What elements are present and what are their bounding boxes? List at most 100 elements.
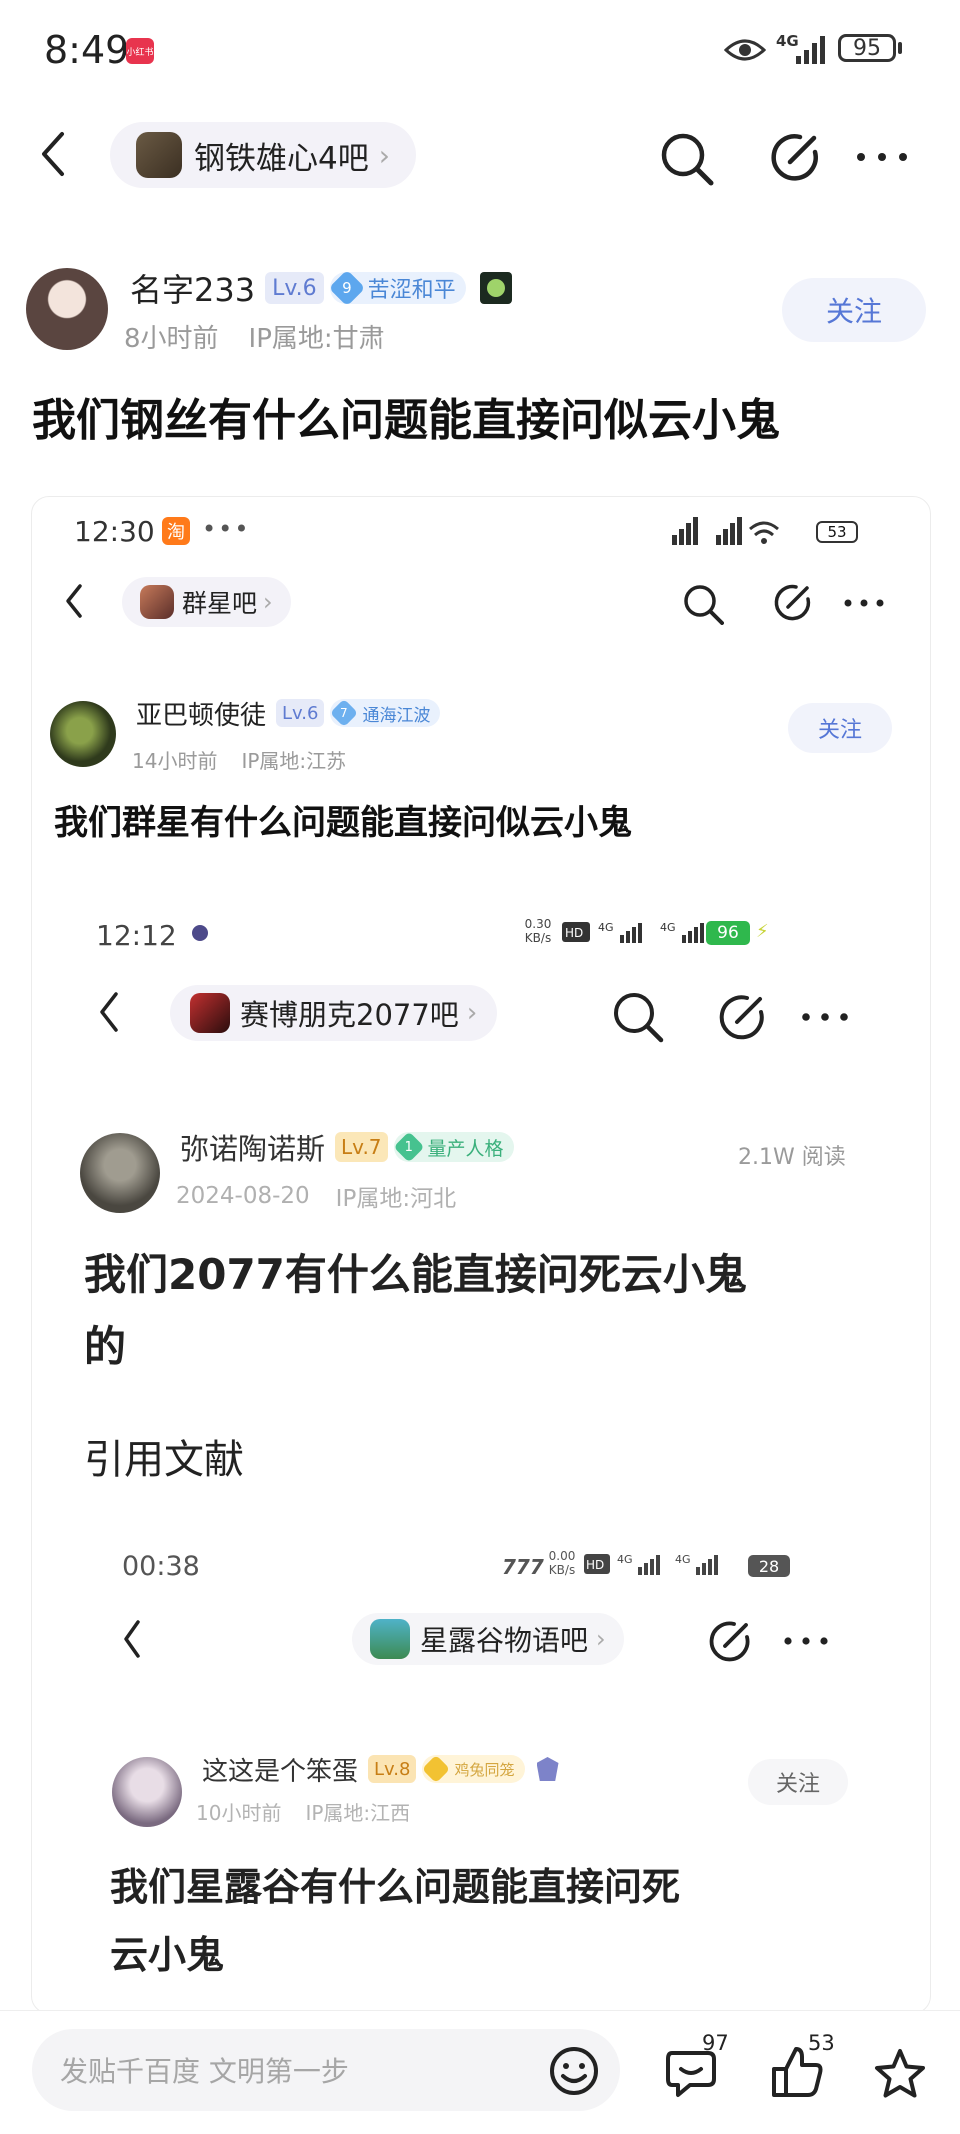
shot1-avatar[interactable] <box>50 701 116 767</box>
title-badge: 9 苦涩和平 <box>328 269 466 307</box>
search-icon[interactable] <box>660 132 714 186</box>
shot3-follow-button[interactable]: 关注 <box>748 1759 848 1805</box>
svg-text:HD: HD <box>586 1558 604 1572</box>
forum-avatar <box>136 132 182 178</box>
shot2-badge-text: 量产人格 <box>427 1137 504 1160</box>
edit-icon[interactable] <box>770 132 820 182</box>
app-notification-icon: 小红书 <box>126 38 154 64</box>
shot2-time: 12:12 <box>96 919 177 952</box>
shot1-edit-icon[interactable] <box>772 583 812 623</box>
shot3-meta: 10小时前 IP属地:江西 <box>196 1797 410 1826</box>
shot3-avatar[interactable] <box>112 1757 182 1827</box>
badge-text: 苦涩和平 <box>367 278 456 303</box>
post-image[interactable]: 12:30 淘 ••• 53 群星吧 › 亚巴顿使徒 Lv.6 7 通海江波 1… <box>31 496 931 2014</box>
author-name[interactable]: 名字233 <box>130 265 255 311</box>
shot2-title-badge: 1 量产人格 <box>392 1131 514 1163</box>
battery-tip <box>898 42 902 54</box>
shot2-search-icon[interactable] <box>612 991 664 1043</box>
shot1-chevron-icon: › <box>263 588 273 616</box>
shot3-forum-pill[interactable]: 星露谷物语吧 › <box>352 1613 624 1665</box>
shot1-back-icon[interactable] <box>64 583 84 619</box>
shot2-title-line1: 我们2077有什么能直接问死云小鬼 <box>84 1250 747 1299</box>
shot2-more-icon[interactable] <box>802 1013 848 1021</box>
comment-count: 97 <box>702 2031 729 2055</box>
shot1-author-name[interactable]: 亚巴顿使徒 <box>136 695 266 732</box>
status-time: 8:49 <box>44 28 130 72</box>
shot1-ip: IP属地:江苏 <box>241 749 347 773</box>
svg-text:4G: 4G <box>598 921 614 934</box>
shot2-chevron-icon: › <box>466 998 478 1028</box>
shot1-follow-button[interactable]: 关注 <box>788 703 892 753</box>
shot3-more-icon[interactable] <box>784 1637 828 1645</box>
shot3-signal-icon: HD 4G 4G <box>584 1551 754 1577</box>
shot3-author-row: 这这是个笨蛋 Lv.8 鸡兔同笼 <box>202 1749 559 1789</box>
shot3-app-icon: 777 <box>502 1555 544 1579</box>
shot3-back-icon[interactable] <box>122 1619 142 1659</box>
emoji-icon[interactable] <box>548 2045 600 2097</box>
shot2-level-badge: Lv.7 <box>335 1132 388 1162</box>
shot3-post-time: 10小时前 <box>196 1801 282 1825</box>
shot3-net-speed: 0.00 KB/s <box>548 1549 576 1577</box>
shot3-forum-name: 星露谷物语吧 <box>420 1624 589 1657</box>
shot2-edit-icon[interactable] <box>718 993 766 1041</box>
shot1-level-badge: Lv.6 <box>276 699 325 727</box>
shot3-forum-avatar <box>370 1619 410 1659</box>
shot2-forum-avatar <box>190 993 230 1033</box>
post-meta: 8小时前 IP属地:甘肃 <box>124 318 385 355</box>
shot3-title-line1: 我们星露谷有什么问题能直接问死 <box>110 1865 681 1909</box>
shot3-edit-icon[interactable] <box>708 1619 752 1663</box>
shot2-meta: 2024-08-20 IP属地:河北 <box>176 1179 456 1213</box>
shot2-charging-icon: ⚡ <box>756 921 769 942</box>
forum-pill[interactable]: 钢铁雄心4吧 › <box>110 122 416 188</box>
avatar[interactable] <box>26 268 108 350</box>
back-icon[interactable] <box>40 130 66 178</box>
shot3-title-badge: 鸡兔同笼 <box>422 1754 525 1784</box>
shot2-views: 2.1W 阅读 <box>738 1145 846 1170</box>
comment-placeholder: 发贴千百度 文明第一步 <box>60 2055 349 2088</box>
shot1-search-icon[interactable] <box>682 583 724 625</box>
shot3-badge-text: 鸡兔同笼 <box>454 1760 515 1779</box>
shot1-author-row: 亚巴顿使徒 Lv.6 7 通海江波 <box>136 693 441 733</box>
author-row: 名字233 Lv.6 9 苦涩和平 <box>130 266 512 310</box>
shot3-ip: IP属地:江西 <box>305 1801 411 1825</box>
shot1-time: 12:30 <box>74 515 155 548</box>
forum-name: 钢铁雄心4吧 <box>194 140 369 177</box>
shot2-body: 引用文献 <box>84 1437 244 1483</box>
chevron-right-icon: › <box>378 138 390 172</box>
shot2-author-row: 弥诺陶诺斯 Lv.7 1 量产人格 <box>180 1125 514 1169</box>
svg-text:4G: 4G <box>675 1553 691 1566</box>
shot3-author-name[interactable]: 这这是个笨蛋 <box>202 1751 358 1788</box>
shot1-meta: 14小时前 IP属地:江苏 <box>132 745 346 774</box>
shot2-author-name[interactable]: 弥诺陶诺斯 <box>180 1126 325 1168</box>
shot1-post-time: 14小时前 <box>132 749 218 773</box>
shot2-forum-pill[interactable]: 赛博朋克2077吧 › <box>170 985 498 1041</box>
svg-text:4G: 4G <box>660 921 676 934</box>
follow-button[interactable]: 关注 <box>782 278 926 342</box>
signal-icon <box>796 34 828 64</box>
shot2-title: 我们2077有什么能直接问死云小鬼 的 <box>84 1239 747 1383</box>
battery-icon: 95 <box>838 34 896 62</box>
medal-icon <box>479 272 512 304</box>
shot2-date: 2024-08-20 <box>176 1183 310 1209</box>
comment-input[interactable]: 发贴千百度 文明第一步 <box>32 2029 620 2111</box>
shot1-more-icon[interactable] <box>844 599 884 607</box>
shot3-time: 00:38 <box>122 1551 200 1582</box>
star-icon[interactable] <box>872 2047 928 2101</box>
post-title: 我们钢丝有什么问题能直接问似云小鬼 <box>32 395 780 446</box>
shot2-back-icon[interactable] <box>98 991 120 1033</box>
shot1-title: 我们群星有什么问题能直接问似云小鬼 <box>54 803 632 843</box>
shot2-forum-name: 赛博朋克2077吧 <box>240 998 459 1032</box>
shot1-more-dots: ••• <box>202 515 251 543</box>
shot1-signal-icon <box>672 517 782 545</box>
shot2-avatar[interactable] <box>80 1133 160 1213</box>
level-badge: Lv.6 <box>265 272 324 304</box>
shot2-ip: IP属地:河北 <box>335 1186 457 1212</box>
diamond-icon: 9 <box>328 269 366 307</box>
shot1-badge-text: 通海江波 <box>362 705 431 726</box>
shot1-forum-pill[interactable]: 群星吧 › <box>122 577 291 627</box>
svg-text:HD: HD <box>565 926 583 940</box>
shot2-title-line2: 的 <box>84 1322 127 1371</box>
more-icon[interactable] <box>856 152 908 162</box>
shot2-app-icon <box>192 925 208 941</box>
post-ip: IP属地:甘肃 <box>248 324 385 354</box>
